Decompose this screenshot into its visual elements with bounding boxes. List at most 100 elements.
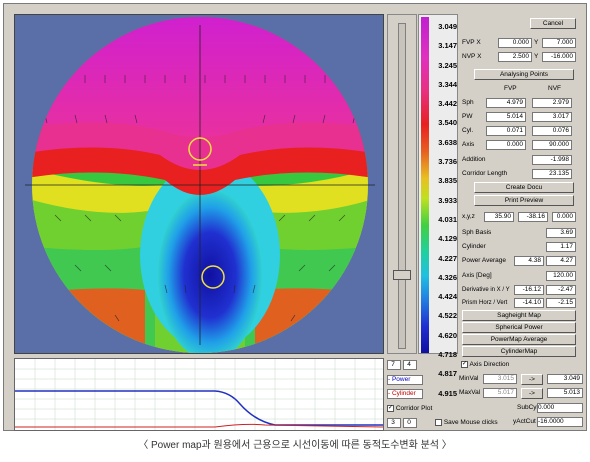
legend-value: 4.424 <box>438 292 457 302</box>
sph-nvf-field[interactable]: 2.979 <box>532 98 572 108</box>
fvp-label: FVP X <box>462 39 481 46</box>
figure-caption: 〈 Power map과 원용에서 근용으로 시선이동에 따른 동적도수변화 분… <box>138 440 452 451</box>
legend-value: 3.344 <box>438 79 457 89</box>
derivative-label: Derivative in X / Y <box>462 287 510 293</box>
cyl-label: Cyl. <box>462 127 474 134</box>
maxval-arrow-button[interactable]: -> <box>521 388 543 399</box>
create-docu-button[interactable]: Create Docu <box>474 182 574 193</box>
minval-label: MinVal <box>459 375 479 382</box>
legend-value: 3.147 <box>438 41 457 51</box>
control-panel: Cancel FVP X 0.000 Y 7.000 NVP X 2.500 Y… <box>460 14 588 359</box>
prism-field-1[interactable]: -14.10 <box>514 298 544 308</box>
nvp-y-field[interactable]: -16.000 <box>542 52 576 62</box>
yactcut-field[interactable]: -16.0000 <box>537 417 583 427</box>
legend-value: 3.540 <box>438 118 457 128</box>
fvp-y-label: Y <box>534 39 539 46</box>
spin3-field[interactable]: 3 <box>387 418 401 428</box>
corridor-length-label: Corridor Length <box>462 170 508 177</box>
minval-out-field[interactable]: 3.049 <box>547 374 583 384</box>
yactcut-label: yActCut <box>513 418 536 425</box>
cyl-nvf-field[interactable]: 0.076 <box>532 126 572 136</box>
prism-field-2[interactable]: -2.15 <box>546 298 576 308</box>
power-average-label: Power Average <box>462 257 506 264</box>
pw-fvp-field[interactable]: 5.014 <box>486 112 526 122</box>
col-nvf-header: NVF <box>548 85 561 92</box>
sph-label: Sph <box>462 99 474 106</box>
cancel-button[interactable]: Cancel <box>530 18 576 29</box>
corridor-length-field[interactable]: 23.135 <box>532 169 572 179</box>
corridor-plot-chart <box>14 358 384 431</box>
app-window: 3.049 3.147 3.245 3.344 3.442 3.540 3.638 3.736… <box>3 3 587 431</box>
vertical-slider-panel <box>387 14 417 354</box>
save-mouse-clicks-checkbox[interactable]: Save Mouse clicks <box>435 418 498 428</box>
legend-value: 3.736 <box>438 157 457 167</box>
legend-value: 4.227 <box>438 253 457 263</box>
addition-field[interactable]: -1.998 <box>532 155 572 165</box>
cylinder-map-button[interactable]: CylinderMap <box>462 346 576 357</box>
subcyl-label: SubCyl <box>517 404 538 411</box>
maxval-out-field[interactable]: 5.013 <box>547 388 583 398</box>
spin4-field[interactable]: 0 <box>403 418 417 428</box>
color-legend: 3.049 3.147 3.245 3.344 3.442 3.540 3.638 3.736… <box>418 14 458 398</box>
analysing-points-button[interactable]: Analysing Points <box>474 69 574 80</box>
subcyl-field[interactable]: 0.000 <box>537 403 583 413</box>
cylinder-label: Cylinder <box>462 243 486 250</box>
nvp-label: NVP X <box>462 53 482 60</box>
legend-value: 3.442 <box>438 99 457 109</box>
legend-value: 3.245 <box>438 60 457 70</box>
power-map[interactable] <box>14 14 384 354</box>
power-average-field-1[interactable]: 4.38 <box>514 256 544 266</box>
legend-value: 4.620 <box>438 330 457 340</box>
sph-basis-field[interactable]: 3.69 <box>546 228 576 238</box>
prism-label: Prism Horz / Vert <box>462 300 508 306</box>
spherical-power-button[interactable]: Spherical Power <box>462 322 576 333</box>
xyz-z-field[interactable]: 0.000 <box>552 212 576 222</box>
fvp-y-field[interactable]: 7.000 <box>542 38 576 48</box>
derivative-field-2[interactable]: -2.47 <box>546 285 576 295</box>
pw-nvf-field[interactable]: 3.017 <box>532 112 572 122</box>
power-average-field-2[interactable]: 4.27 <box>546 256 576 266</box>
spin2-field[interactable]: 4 <box>403 360 417 370</box>
slider-thumb[interactable] <box>393 270 411 280</box>
slider-track[interactable] <box>398 23 406 349</box>
pw-label: PW <box>462 113 473 120</box>
sagheight-map-button[interactable]: Sagheight Map <box>462 310 576 321</box>
axis-label: Axis <box>462 141 475 148</box>
xyz-label: x,y,z <box>462 213 475 220</box>
axis-fvp-field[interactable]: 0.000 <box>486 140 526 150</box>
maxval-label: MaxVal <box>459 389 481 396</box>
sph-fvp-field[interactable]: 4.979 <box>486 98 526 108</box>
axis-direction-checkbox[interactable]: ✓ Axis Direction <box>461 360 509 370</box>
print-preview-button[interactable]: Print Preview <box>474 195 574 206</box>
minval-arrow-button[interactable]: -> <box>521 374 543 385</box>
xyz-y-field[interactable]: -38.16 <box>518 212 548 222</box>
derivative-field-1[interactable]: -16.12 <box>514 285 544 295</box>
legend-value: 4.129 <box>438 234 457 244</box>
axis-deg-label: Axis [Deg] <box>462 272 492 279</box>
legend-value: 3.049 <box>438 22 457 31</box>
powermap-average-button[interactable]: PowerMap Average <box>462 334 576 345</box>
cylinder-field[interactable]: 1.17 <box>546 242 576 252</box>
legend-value: 3.835 <box>438 176 457 186</box>
axis-deg-field[interactable]: 120.00 <box>546 271 576 281</box>
maxval-field[interactable]: 5.017 <box>483 388 517 398</box>
axis-nvf-field[interactable]: 90.000 <box>532 140 572 150</box>
legend-value: 3.933 <box>438 195 457 205</box>
legend-value: 4.326 <box>438 272 457 282</box>
xyz-x-field[interactable]: 35.90 <box>484 212 514 222</box>
nvp-y-label: Y <box>534 53 539 60</box>
power-legend: - Power <box>387 375 423 385</box>
spin1-field[interactable]: 7 <box>387 360 401 370</box>
cylinder-legend: - Cylinder <box>387 389 423 399</box>
legend-value: 4.031 <box>438 214 457 224</box>
corridor-plot-checkbox[interactable]: ✓ Corridor Plot <box>387 404 432 414</box>
fvp-x-field[interactable]: 0.000 <box>498 38 532 48</box>
nvp-x-field[interactable]: 2.500 <box>498 52 532 62</box>
minval-field[interactable]: 3.015 <box>483 374 517 384</box>
sph-basis-label: Sph Basis <box>462 229 492 236</box>
cyl-fvp-field[interactable]: 0.071 <box>486 126 526 136</box>
legend-color-bar <box>421 17 429 353</box>
legend-value: 3.638 <box>438 137 457 147</box>
col-fvp-header: FVP <box>504 85 517 92</box>
bottom-controls: 7 4 - Power - Cylinder ✓ Corridor Plot 3… <box>387 358 587 431</box>
